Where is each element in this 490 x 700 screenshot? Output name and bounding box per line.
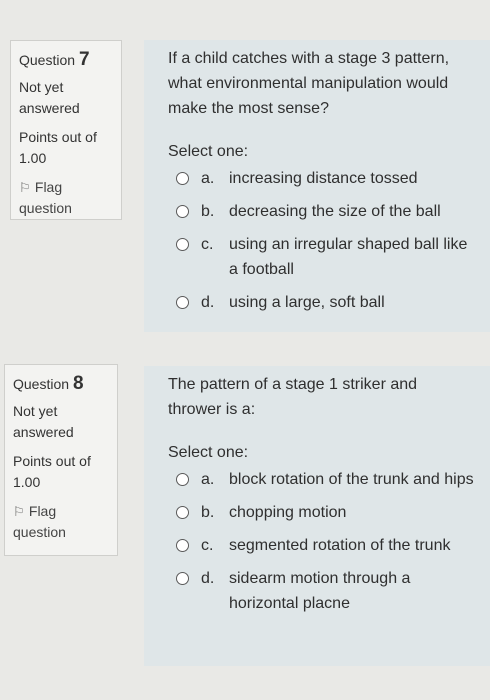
radio-icon[interactable] — [176, 172, 189, 185]
flag-question-link[interactable]: ⚐ Flag question — [19, 177, 113, 219]
question-text: If a child catches with a stage 3 patter… — [168, 50, 450, 117]
flag-icon: ⚐ — [13, 504, 25, 519]
flag-icon: ⚐ — [19, 180, 31, 195]
answer-option-a[interactable]: a. block rotation of the trunk and hips — [168, 467, 474, 492]
question-info-8: Question 8 Not yet answered Points out o… — [4, 364, 118, 556]
question-title: Question 7 — [19, 49, 90, 70]
radio-icon[interactable] — [176, 506, 189, 519]
answer-option-c[interactable]: c. using an irregular shaped ball like a… — [168, 232, 474, 282]
radio-icon[interactable] — [176, 539, 189, 552]
answer-option-a[interactable]: a. increasing distance tossed — [168, 166, 474, 191]
radio-icon[interactable] — [176, 205, 189, 218]
radio-icon[interactable] — [176, 296, 189, 309]
question-title: Question 8 — [13, 373, 84, 394]
answer-option-d[interactable]: d. sidearm motion through a horizontal p… — [168, 566, 474, 616]
radio-icon[interactable] — [176, 473, 189, 486]
question-number: 7 — [78, 49, 90, 70]
question-content-8: The pattern of a stage 1 striker and thr… — [144, 366, 490, 666]
question-state: Not yet answered — [13, 403, 74, 440]
question-number: 8 — [72, 373, 84, 394]
question-points: Points out of 1.00 — [19, 127, 113, 169]
answer-option-b[interactable]: b. decreasing the size of the ball — [168, 199, 474, 224]
answer-option-d[interactable]: d. using a large, soft ball — [168, 290, 474, 315]
points-value: 1.00 — [13, 474, 41, 490]
question-points: Points out of 1.00 — [13, 451, 109, 493]
question-content-7: If a child catches with a stage 3 patter… — [144, 40, 490, 332]
flag-question-link[interactable]: ⚐ Flag question — [13, 501, 109, 543]
radio-icon[interactable] — [176, 572, 189, 585]
answer-option-b[interactable]: b. chopping motion — [168, 500, 474, 525]
question-text: The pattern of a stage 1 striker and thr… — [168, 376, 418, 418]
select-one-prompt: Select one: — [168, 444, 249, 461]
radio-icon[interactable] — [176, 238, 189, 251]
question-state: Not yet answered — [19, 79, 80, 116]
select-one-prompt: Select one: — [168, 143, 249, 160]
points-value: 1.00 — [19, 150, 47, 166]
answer-option-c[interactable]: c. segmented rotation of the trunk — [168, 533, 474, 558]
question-info-7: Question 7 Not yet answered Points out o… — [10, 40, 122, 220]
